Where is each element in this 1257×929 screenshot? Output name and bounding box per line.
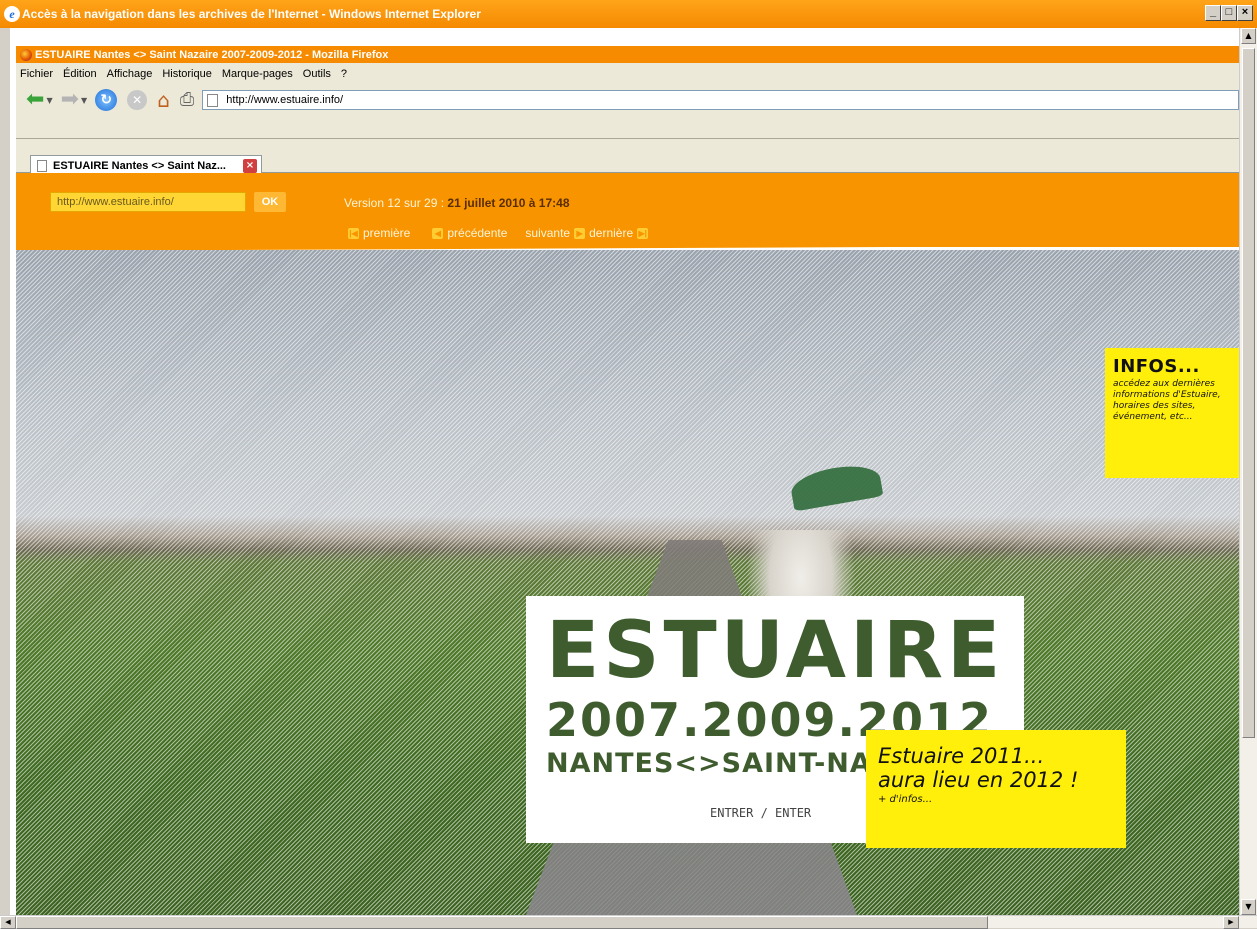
- wayback-ok-button[interactable]: OK: [254, 192, 286, 212]
- scroll-right-icon[interactable]: ▶: [1223, 916, 1239, 929]
- ie-logo-icon: e: [4, 6, 20, 22]
- close-button[interactable]: ×: [1237, 5, 1253, 21]
- previous-icon[interactable]: ◀: [432, 227, 444, 239]
- maximize-button[interactable]: □: [1221, 5, 1237, 21]
- scroll-left-icon[interactable]: ◀: [0, 916, 16, 929]
- frame-top-strip: [10, 28, 1239, 46]
- bookmarks-toolbar: [16, 115, 1239, 139]
- back-dropdown-icon[interactable]: ▼: [46, 96, 52, 105]
- infos-title: INFOS...: [1113, 356, 1200, 377]
- print-icon[interactable]: ⎙: [180, 88, 194, 112]
- back-arrow-icon[interactable]: ⬅: [26, 88, 44, 112]
- next-icon[interactable]: ▶: [574, 227, 586, 239]
- wayback-toolbar: http://www.estuaire.info/ OK Version 12 …: [16, 173, 1239, 247]
- last-icon[interactable]: ▶|: [637, 227, 649, 239]
- menu-affichage[interactable]: Affichage: [107, 68, 153, 80]
- promo-line-1: Estuaire 2011...: [878, 744, 1045, 768]
- promo-more-link[interactable]: + d'infos...: [878, 794, 1114, 805]
- scroll-up-icon[interactable]: ▲: [1241, 28, 1256, 44]
- forward-dropdown-icon[interactable]: ▼: [81, 96, 87, 105]
- menu-edition[interactable]: Édition: [63, 68, 97, 80]
- nav-next-link[interactable]: suivante: [525, 226, 570, 240]
- firefox-navbar: ⬅ ▼ ➡ ▼ ↻ ✕ ⌂ ⎙ http://www.estuaire.info…: [16, 85, 1239, 115]
- menu-outils[interactable]: Outils: [303, 68, 331, 80]
- menu-fichier[interactable]: Fichier: [20, 68, 53, 80]
- ie-titlebar: e Accès à la navigation dans les archive…: [0, 0, 1257, 28]
- vertical-scroll-thumb[interactable]: [1242, 48, 1255, 738]
- scroll-down-icon[interactable]: ▼: [1241, 899, 1256, 915]
- nav-first-link[interactable]: première: [363, 226, 410, 240]
- infos-panel[interactable]: INFOS... accédez aux dernières informati…: [1105, 348, 1239, 478]
- tab-close-icon[interactable]: ×: [243, 158, 257, 173]
- tab-strip: ESTUAIRE Nantes <> Saint Naz... ×: [16, 139, 1239, 175]
- address-bar[interactable]: http://www.estuaire.info/: [202, 90, 1239, 110]
- umbrella-image: [788, 460, 884, 512]
- home-icon[interactable]: ⌂: [157, 88, 170, 112]
- promo-panel[interactable]: Estuaire 2011... aura lieu en 2012 ! + d…: [866, 730, 1126, 848]
- ie-window-title: Accès à la navigation dans les archives …: [22, 7, 481, 21]
- minimize-button[interactable]: _: [1205, 5, 1221, 21]
- reload-icon[interactable]: ↻: [95, 89, 118, 111]
- firefox-window-title: ESTUAIRE Nantes <> Saint Nazaire 2007-20…: [35, 48, 389, 61]
- logo-name: ESTUAIRE: [546, 606, 1005, 696]
- firefox-logo-icon: [20, 48, 32, 61]
- version-prefix: Version 12 sur 29 :: [344, 196, 448, 210]
- nav-last-link[interactable]: dernière: [589, 226, 633, 240]
- firefox-titlebar: ESTUAIRE Nantes <> Saint Nazaire 2007-20…: [16, 46, 1239, 63]
- version-date: 21 juillet 2010 à 17:48: [447, 196, 570, 210]
- forward-arrow-icon[interactable]: ➡: [61, 88, 79, 112]
- horizontal-scroll-thumb[interactable]: [16, 916, 988, 929]
- wayback-url-input[interactable]: http://www.estuaire.info/: [50, 192, 246, 212]
- ie-window: e Accès à la navigation dans les archive…: [0, 0, 1257, 929]
- menu-historique[interactable]: Historique: [162, 68, 212, 80]
- wayback-version-info: Version 12 sur 29 : 21 juillet 2010 à 17…: [344, 196, 570, 210]
- horizontal-scrollbar[interactable]: ◀ ▶: [0, 915, 1257, 929]
- tab-estuaire[interactable]: ESTUAIRE Nantes <> Saint Naz... ×: [30, 155, 262, 175]
- page-icon: [207, 93, 219, 107]
- stop-icon[interactable]: ✕: [127, 90, 148, 110]
- tab-label: ESTUAIRE Nantes <> Saint Naz...: [53, 159, 226, 172]
- firefox-menubar: Fichier Édition Affichage Historique Mar…: [16, 63, 1239, 85]
- menu-marque-pages[interactable]: Marque-pages: [222, 68, 293, 80]
- vertical-scrollbar[interactable]: ▲ ▼: [1239, 28, 1257, 915]
- infos-text: accédez aux dernières informations d'Est…: [1113, 379, 1221, 422]
- nav-previous-link[interactable]: précédente: [447, 226, 507, 240]
- address-url: http://www.estuaire.info/: [226, 94, 344, 106]
- menu-help[interactable]: ?: [341, 68, 347, 80]
- promo-line-2: aura lieu en 2012 !: [878, 768, 1079, 792]
- firefox-screenshot-frame: ESTUAIRE Nantes <> Saint Nazaire 2007-20…: [10, 28, 1239, 915]
- tab-page-icon: [37, 159, 47, 172]
- estuaire-homepage: INFOS... accédez aux dernières informati…: [16, 250, 1239, 915]
- window-controls: _ □ ×: [1205, 5, 1253, 21]
- first-icon[interactable]: |◀: [348, 227, 359, 239]
- enter-link[interactable]: ENTRER / ENTER: [710, 806, 811, 820]
- wayback-navigation: |◀ première ◀ précédente suivante ▶ dern…: [344, 226, 652, 240]
